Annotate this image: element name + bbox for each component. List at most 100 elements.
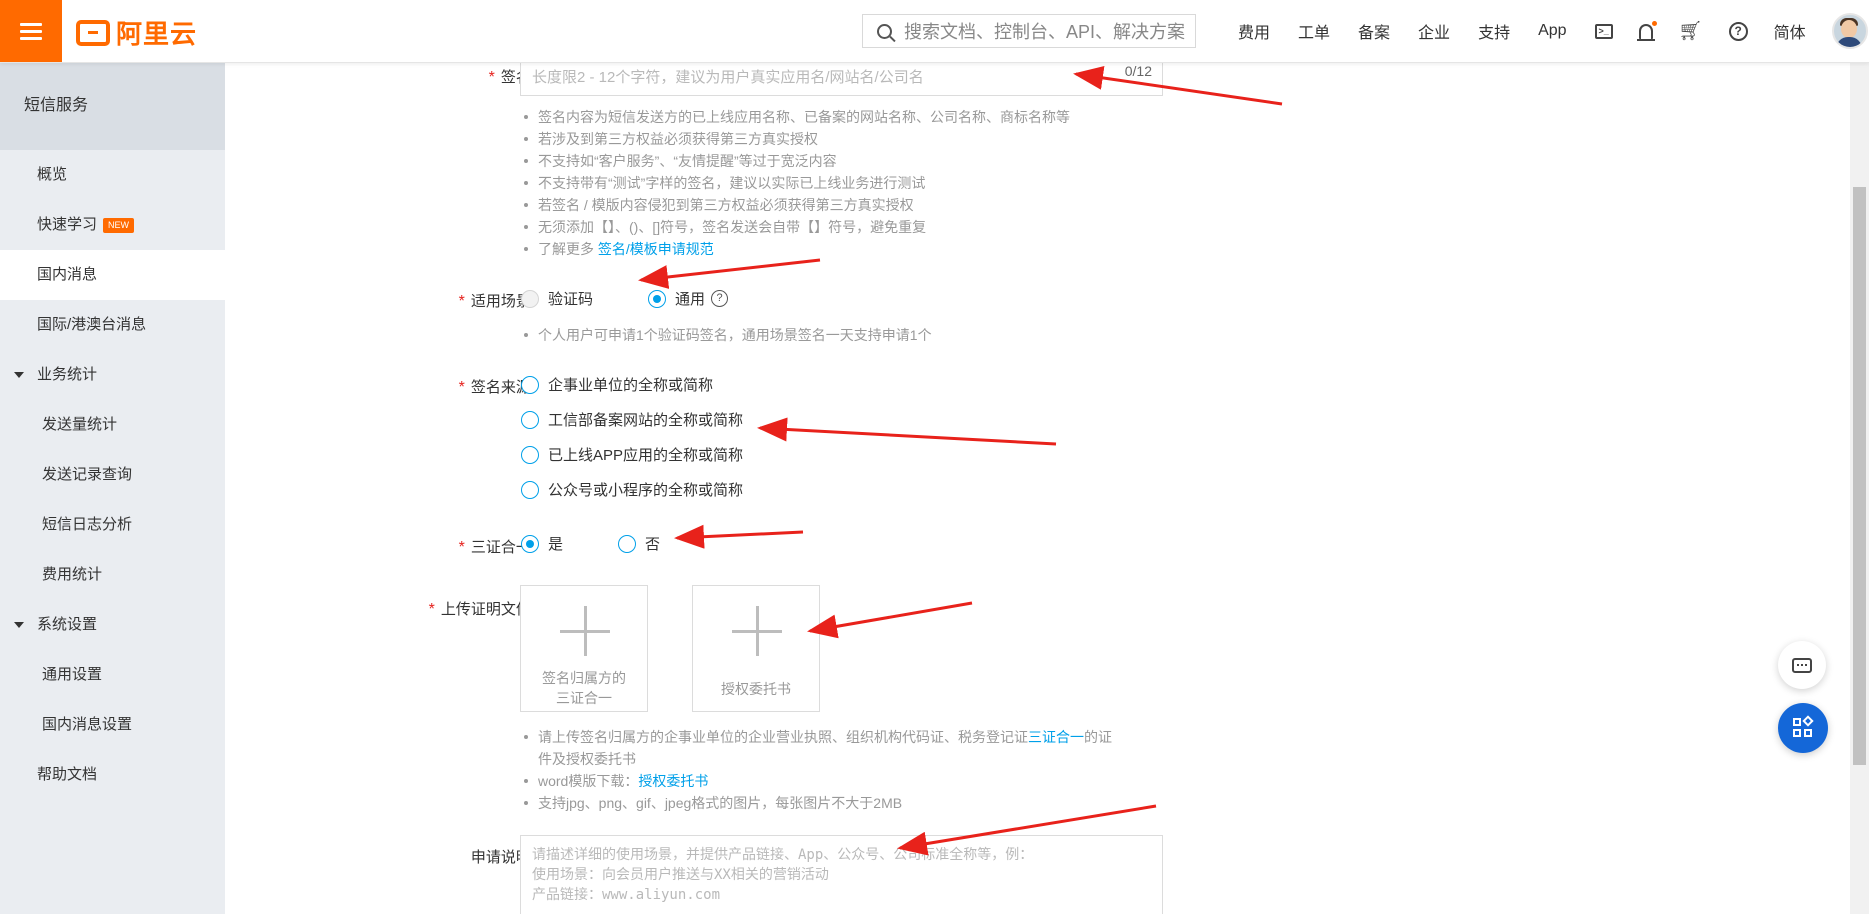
language-switch[interactable]: 简体 xyxy=(1774,19,1806,43)
scrollbar-thumb[interactable] xyxy=(1853,187,1866,765)
nav-enterprise[interactable]: 企业 xyxy=(1418,19,1450,43)
hint-item: 个人用户可申请1个验证码签名，通用场景签名一天支持申请1个 xyxy=(514,324,932,346)
aliyun-logo[interactable]: 阿里云 xyxy=(76,14,197,51)
search-input[interactable]: 搜索文档、控制台、API、解决方案 xyxy=(862,14,1196,48)
upload-three-in-one[interactable]: 签名归属方的 三证合一 xyxy=(520,585,648,712)
required-mark: * xyxy=(458,293,465,310)
terminal-icon[interactable]: >_ xyxy=(1594,23,1613,39)
scenario-option-code[interactable]: 验证码 xyxy=(521,288,593,309)
help-icon[interactable]: ? xyxy=(1728,21,1748,41)
hint-item: 请上传签名归属方的企事业单位的企业营业执照、组织机构代码证、税务登记证三证合一的… xyxy=(514,726,1174,770)
hint-item: 无须添加【】、()、[]符号，签名发送会自带【】符号，避免重复 xyxy=(514,216,1070,238)
search-placeholder: 搜索文档、控制台、API、解决方案 xyxy=(904,22,1186,42)
three-in-one-no[interactable]: 否 xyxy=(618,533,660,554)
radio-button[interactable] xyxy=(521,289,539,308)
nav-fees[interactable]: 费用 xyxy=(1238,19,1270,43)
char-counter: 0/12 xyxy=(1124,63,1152,79)
hint-item: 若涉及到第三方权益必须获得第三方真实授权 xyxy=(514,128,1070,150)
sidebar-item-international[interactable]: 国际/港澳台消息 xyxy=(0,300,225,350)
signature-hints: 签名内容为短信发送方的已上线应用名称、已备案的网站名称、公司名称、商标名称等 若… xyxy=(514,106,1070,260)
radio-button[interactable] xyxy=(521,480,539,499)
chat-button[interactable] xyxy=(1778,641,1826,689)
radio-button[interactable] xyxy=(521,375,539,394)
new-badge: NEW xyxy=(103,217,135,233)
sidebar-group-label: 业务统计 xyxy=(37,366,98,383)
hint-item: 签名内容为短信发送方的已上线应用名称、已备案的网站名称、公司名称、商标名称等 xyxy=(514,106,1070,128)
sidebar-item-send-stats[interactable]: 发送量统计 xyxy=(0,400,225,450)
radio-button[interactable] xyxy=(521,410,539,429)
scenario-option-general[interactable]: 通用 ? xyxy=(648,288,729,309)
sidebar-item-help-docs[interactable]: 帮助文档 xyxy=(0,750,225,800)
sidebar-group-stats[interactable]: 业务统计 xyxy=(0,350,225,400)
notification-dot xyxy=(1651,20,1657,26)
nav-app[interactable]: App xyxy=(1538,22,1566,40)
apps-button[interactable] xyxy=(1778,703,1828,753)
signature-input[interactable]: 长度限2 - 12个字符，建议为用户真实应用名/网站名/公司名 0/12 xyxy=(520,62,1163,96)
source-option-app[interactable]: 已上线APP应用的全称或简称 xyxy=(521,444,743,465)
caret-down-icon xyxy=(14,622,24,628)
sidebar-item-fee-stats[interactable]: 费用统计 xyxy=(0,550,225,600)
hint-item: 若签名 / 模版内容侵犯到第三方权益必须获得第三方真实授权 xyxy=(514,194,1070,216)
sidebar-item-overview[interactable]: 概览 xyxy=(0,150,225,200)
upload-caption: 三证合一 xyxy=(556,690,612,706)
required-mark: * xyxy=(458,539,465,556)
hint-item: 了解更多 签名/模板申请规范 xyxy=(514,238,1070,260)
aliyun-logo-mark xyxy=(76,19,110,46)
bell-icon[interactable] xyxy=(1636,20,1657,41)
avatar[interactable] xyxy=(1831,13,1868,49)
plus-icon xyxy=(732,606,782,656)
top-bar: 阿里云 搜索文档、控制台、API、解决方案 费用 工单 备案 企业 支持 App… xyxy=(0,0,1869,63)
three-in-one-label: * 三证合一: xyxy=(458,539,535,556)
scenario-hints: 个人用户可申请1个验证码签名，通用场景签名一天支持申请1个 xyxy=(514,324,932,346)
spec-link[interactable]: 签名/模板申请规范 xyxy=(598,241,714,257)
three-in-one-yes[interactable]: 是 xyxy=(521,533,563,554)
upload-authorization[interactable]: 授权委托书 xyxy=(692,585,820,712)
template-download-link[interactable]: 授权委托书 xyxy=(638,773,708,789)
menu-button[interactable] xyxy=(0,0,62,62)
source-option-website[interactable]: 工信部备案网站的全称或简称 xyxy=(521,409,743,430)
top-nav: 费用 工单 备案 企业 支持 App >_ 🛒︎ ? 简体 xyxy=(1238,0,1868,62)
hint-item: 支持jpg、png、gif、jpeg格式的图片，每张图片不大于2MB xyxy=(514,792,1174,814)
scenario-label: * 适用场景: xyxy=(458,293,535,310)
sidebar-item-general-settings[interactable]: 通用设置 xyxy=(0,650,225,700)
caret-down-icon xyxy=(14,372,24,378)
signature-label: * 签名: xyxy=(488,69,535,86)
upload-caption: 签名归属方的 xyxy=(542,670,626,686)
source-option-official-account[interactable]: 公众号或小程序的全称或简称 xyxy=(521,479,743,500)
three-in-one-link[interactable]: 三证合一 xyxy=(1028,729,1084,745)
hint-item: 不支持带有“测试”字样的签名，建议以实际已上线业务进行测试 xyxy=(514,172,1070,194)
upload-hints: 请上传签名归属方的企事业单位的企业营业执照、组织机构代码证、税务登记证三证合一的… xyxy=(514,726,1174,814)
sidebar-item-log-analysis[interactable]: 短信日志分析 xyxy=(0,500,225,550)
plus-icon xyxy=(560,606,610,656)
description-textarea[interactable]: 请描述详细的使用场景，并提供产品链接、App、公众号、公司标准全称等，例： 使用… xyxy=(520,835,1163,914)
question-icon[interactable]: ? xyxy=(711,290,729,307)
nav-tickets[interactable]: 工单 xyxy=(1298,19,1330,43)
hint-item: 不支持如“客户服务”、“友情提醒”等过于宽泛内容 xyxy=(514,150,1070,172)
sidebar-title: 短信服务 xyxy=(0,62,225,150)
radio-button[interactable] xyxy=(521,445,539,464)
source-label: * 签名来源: xyxy=(458,379,535,396)
cart-icon[interactable]: 🛒︎ xyxy=(1679,19,1703,43)
hint-item: word模版下载：授权委托书 xyxy=(514,770,1174,792)
description-label: 申请说明: xyxy=(470,849,535,866)
sidebar-item-send-records[interactable]: 发送记录查询 xyxy=(0,450,225,500)
sidebar-item-domestic-settings[interactable]: 国内消息设置 xyxy=(0,700,225,750)
required-mark: * xyxy=(428,601,435,618)
radio-button[interactable] xyxy=(648,289,666,308)
upload-caption: 授权委托书 xyxy=(721,681,791,697)
radio-button[interactable] xyxy=(521,534,539,553)
radio-button[interactable] xyxy=(618,534,636,553)
logo-text: 阿里云 xyxy=(116,19,198,49)
nav-filing[interactable]: 备案 xyxy=(1358,19,1390,43)
sidebar-group-settings[interactable]: 系统设置 xyxy=(0,600,225,650)
search-icon xyxy=(877,23,892,39)
nav-support[interactable]: 支持 xyxy=(1478,19,1510,43)
chat-icon xyxy=(1792,657,1812,673)
source-option-enterprise[interactable]: 企事业单位的全称或简称 xyxy=(521,374,713,395)
sidebar-item-domestic[interactable]: 国内消息 xyxy=(0,250,225,300)
required-mark: * xyxy=(488,69,495,86)
required-mark: * xyxy=(458,379,465,396)
scrollbar[interactable] xyxy=(1850,62,1869,914)
sidebar-item-quick-learn[interactable]: 快速学习 NEW xyxy=(0,200,225,250)
hamburger-icon xyxy=(20,19,42,44)
